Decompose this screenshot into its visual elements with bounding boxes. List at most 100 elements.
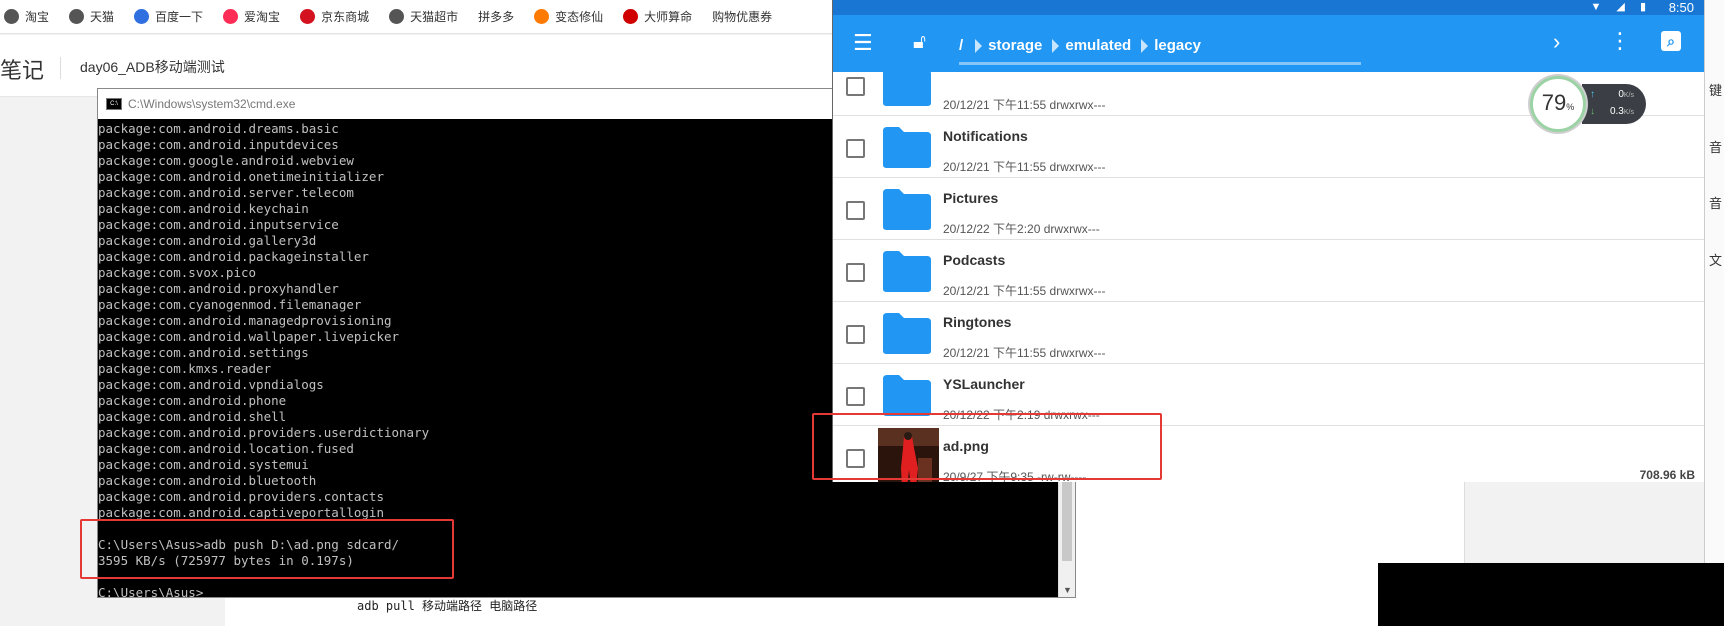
cmd-line: C:\Users\Asus> — [98, 585, 204, 597]
folder-icon — [881, 373, 933, 417]
note-title[interactable]: day06_ADB移动端测试 — [80, 57, 225, 77]
memory-percent: 79% — [1541, 90, 1575, 115]
edge-label[interactable]: 音 — [1709, 137, 1722, 156]
status-time: 8:50 — [1668, 0, 1694, 15]
file-row[interactable]: Podcasts 20/12/21 下午11:55 drwxrwx--- — [833, 240, 1705, 302]
file-name: Pictures — [943, 190, 999, 206]
upload-speed: 0K/s — [1618, 89, 1634, 100]
checkbox[interactable] — [846, 77, 865, 96]
bookmark-icon — [623, 9, 639, 24]
bookmark-label: 天猫 — [90, 10, 115, 24]
status-icons: ▼ ◢ ▮ — [1590, 1, 1652, 13]
upload-arrow-icon: ↑ — [1590, 89, 1595, 100]
highlight-ad-png — [812, 413, 1162, 480]
highlight-cmd-push — [80, 519, 454, 579]
bookmark-1[interactable]: 天猫 — [69, 8, 114, 25]
checkbox[interactable] — [846, 139, 865, 158]
breadcrumb-item[interactable]: / — [959, 37, 963, 54]
breadcrumb-arrow-icon — [1141, 38, 1149, 53]
bookmark-label: 京东商城 — [321, 10, 370, 24]
edge-label[interactable]: 音 — [1709, 193, 1722, 212]
file-name: Podcasts — [943, 252, 1006, 268]
download-speed: 0.3K/s — [1609, 106, 1634, 117]
network-speed-widget[interactable]: ↑ 0K/s ↓ 0.3K/s 79% — [1530, 76, 1648, 132]
bookmark-label: 变态修仙 — [555, 10, 604, 24]
search-icon[interactable]: ⌕ — [1661, 31, 1681, 51]
bookmark-7[interactable]: 变态修仙 — [534, 8, 603, 25]
folder-icon — [881, 125, 933, 169]
folder-icon — [881, 72, 933, 107]
bookmark-2[interactable]: 百度一下 — [134, 8, 203, 25]
bookmark-label: 购物优惠券 — [712, 10, 773, 24]
breadcrumb-arrow-icon — [975, 38, 983, 53]
edge-label[interactable]: 键 — [1709, 80, 1722, 99]
folder-icon — [881, 311, 933, 355]
bookmarks-bar: 淘宝 天猫 百度一下 爱淘宝 京东商城 天猫超市 拼多多 变态修仙 大师算命 购物优惠券 — [0, 0, 832, 34]
folder-icon — [881, 187, 933, 231]
bookmark-icon — [223, 9, 239, 24]
android-file-manager: ▼ ◢ ▮ 8:50 ☰ 🔓︎ / storage emulated legacy ›… — [832, 0, 1705, 482]
bookmark-9[interactable]: 购物优惠券 — [712, 8, 772, 25]
file-name: YSLauncher — [943, 376, 1025, 392]
bookmark-8[interactable]: 大师算命 — [623, 8, 692, 25]
right-edge-panel: 键音音文 — [1704, 0, 1724, 563]
toolbar: ☰ 🔓︎ / storage emulated legacy › ⋮ ⌕ — [833, 15, 1704, 72]
bookmark-0[interactable]: 淘宝 — [4, 8, 49, 25]
bookmark-label: 拼多多 — [478, 10, 515, 24]
bookmark-icon — [69, 9, 85, 24]
breadcrumb-item[interactable]: emulated — [1065, 37, 1131, 54]
bookmark-6[interactable]: 拼多多 — [478, 8, 514, 25]
divider — [60, 57, 61, 79]
breadcrumb: / storage emulated legacy — [959, 37, 1201, 54]
file-meta: 20/12/21 下午11:55 drwxrwx--- — [943, 346, 1106, 360]
lock-icon[interactable]: 🔓︎ — [913, 31, 926, 53]
chevron-right-icon[interactable]: › — [1553, 31, 1560, 53]
file-name: Ringtones — [943, 314, 1012, 330]
bookmark-4[interactable]: 京东商城 — [300, 8, 369, 25]
bookmark-5[interactable]: 天猫超市 — [389, 8, 458, 25]
bookmark-icon — [4, 9, 19, 24]
divider — [1464, 482, 1465, 563]
download-arrow-icon: ↓ — [1590, 106, 1595, 117]
breadcrumb-arrow-icon — [1052, 38, 1060, 53]
more-vert-icon[interactable]: ⋮ — [1609, 30, 1631, 52]
checkbox[interactable] — [846, 263, 865, 282]
bookmark-label: 大师算命 — [644, 10, 693, 24]
black-panel — [1378, 563, 1724, 626]
speed-pill: ↑ 0K/s ↓ 0.3K/s — [1582, 84, 1646, 124]
edge-label[interactable]: 文 — [1709, 250, 1722, 269]
file-size: 708.96 kB — [1639, 468, 1695, 482]
bookmark-icon — [389, 9, 405, 24]
file-meta: 20/12/21 下午11:55 drwxrwx--- — [943, 160, 1106, 174]
note-code-line: adb pull 移动端路径 电脑路径 — [357, 599, 538, 613]
bookmark-label: 爱淘宝 — [244, 10, 281, 24]
bookmark-icon — [534, 9, 550, 24]
desktop: 淘宝 天猫 百度一下 爱淘宝 京东商城 天猫超市 拼多多 变态修仙 大师算命 购物优惠券 笔记 d… — [0, 0, 1724, 626]
note-brand: 笔记 — [0, 58, 45, 83]
folder-icon — [881, 249, 933, 293]
console-icon: C:\ — [106, 98, 122, 110]
bookmark-label: 天猫超市 — [410, 10, 459, 24]
file-meta: 20/12/21 下午11:55 drwxrwx--- — [943, 284, 1106, 298]
bookmark-icon — [300, 9, 316, 24]
file-meta: 20/12/21 下午11:55 drwxrwx--- — [943, 98, 1106, 112]
checkbox[interactable] — [846, 325, 865, 344]
menu-icon[interactable]: ☰ — [853, 32, 873, 54]
file-row[interactable]: Ringtones 20/12/21 下午11:55 drwxrwx--- — [833, 302, 1705, 364]
breadcrumb-item[interactable]: legacy — [1154, 37, 1201, 54]
bookmark-3[interactable]: 爱淘宝 — [223, 8, 280, 25]
scroll-down-icon[interactable]: ▼ — [1063, 585, 1072, 595]
cmd-line: package:com.android.providers.contacts — [98, 489, 384, 504]
bookmark-icon — [134, 9, 150, 24]
breadcrumb-item[interactable]: storage — [988, 37, 1042, 54]
file-row[interactable]: Pictures 20/12/22 下午2:20 drwxrwx--- — [833, 178, 1705, 240]
bookmark-label: 淘宝 — [25, 10, 50, 24]
status-bar: ▼ ◢ ▮ 8:50 — [833, 0, 1704, 15]
checkbox[interactable] — [846, 387, 865, 406]
file-name: Notifications — [943, 128, 1028, 144]
bookmark-label: 百度一下 — [155, 10, 204, 24]
cmd-title: C:\Windows\system32\cmd.exe — [128, 97, 296, 111]
checkbox[interactable] — [846, 201, 865, 220]
file-meta: 20/12/22 下午2:20 drwxrwx--- — [943, 222, 1100, 236]
breadcrumb-underline — [959, 62, 1361, 65]
